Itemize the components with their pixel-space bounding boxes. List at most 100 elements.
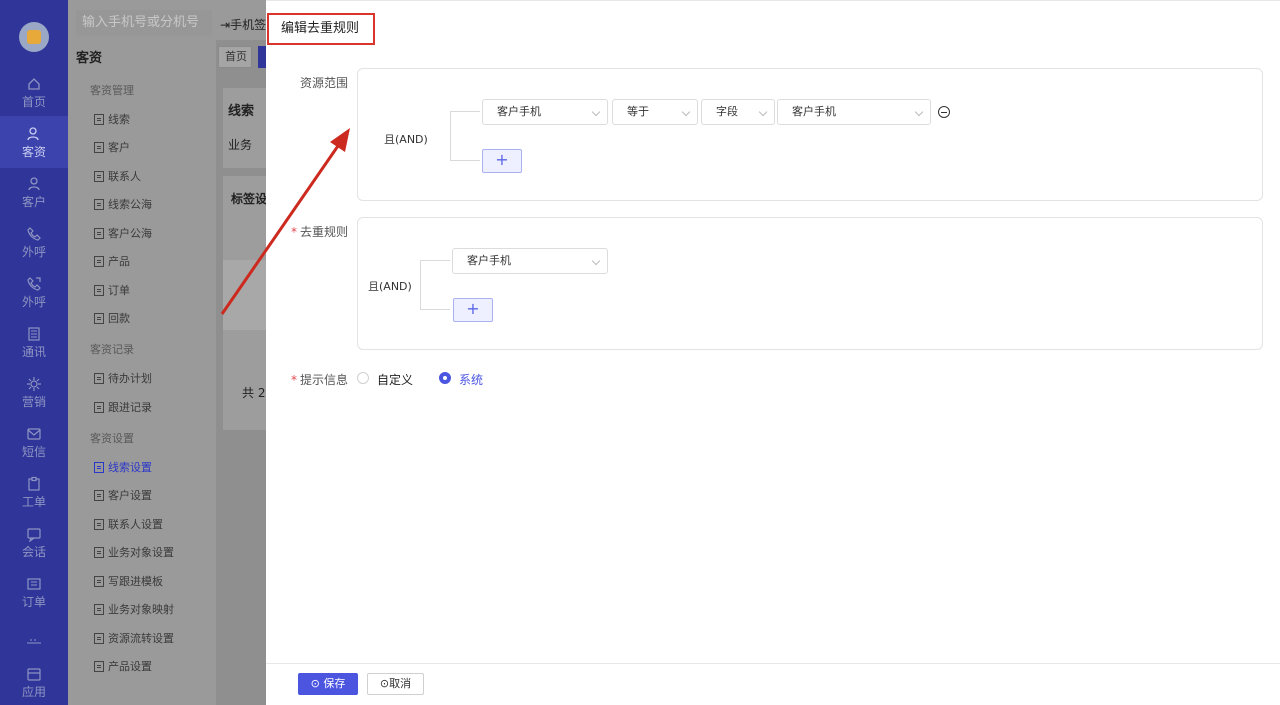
logic-bracket: [450, 111, 480, 161]
chevron-down-icon: [591, 256, 601, 266]
chevron-down-icon: [914, 107, 924, 117]
chevron-down-icon: [591, 107, 601, 117]
phone-icon: [26, 226, 42, 242]
apps-icon: [26, 666, 42, 682]
subnav-item-resource-flow[interactable]: 资源流转设置: [94, 630, 174, 646]
phone-search-input[interactable]: 输入手机号或分机号: [76, 10, 212, 36]
sub-navigation: 输入手机号或分机号 客资 客资管理 线索 客户 联系人 线索公海 客户公海 产品…: [68, 0, 216, 705]
background-tab-home: 首页: [218, 46, 252, 68]
document-icon: [94, 660, 104, 672]
customer-resource-icon: [26, 126, 42, 142]
order-icon: [26, 576, 42, 592]
prompt-info-label: * 提示信息: [291, 373, 349, 387]
subnav-item-orders[interactable]: 订单: [94, 282, 130, 298]
rail-customer-resource[interactable]: 客资: [0, 116, 68, 168]
subnav-group-label: 客资设置: [90, 432, 134, 445]
cancel-button[interactable]: ⊙取消: [367, 673, 424, 695]
subnav-item-todo-plan[interactable]: 待办计划: [94, 370, 152, 386]
phone-out-icon: [26, 276, 42, 292]
document-icon: [94, 372, 104, 384]
document-icon: [94, 461, 104, 473]
chevron-down-icon: [681, 107, 691, 117]
marketing-icon: [26, 376, 42, 392]
logic-and-label: 且(AND): [384, 133, 428, 146]
home-icon: [26, 76, 42, 92]
resource-scope-panel: 且(AND) 客户手机 等于 字段 客户手机 +: [357, 68, 1263, 201]
document-icon: [94, 255, 104, 267]
more-icon: [26, 633, 42, 649]
remove-condition-icon[interactable]: [938, 106, 950, 118]
rail-sms[interactable]: 短信: [0, 416, 68, 468]
subnav-item-business-object-settings[interactable]: 业务对象设置: [94, 544, 174, 560]
subnav-item-payments[interactable]: 回款: [94, 310, 130, 326]
prompt-custom-radio[interactable]: [357, 372, 369, 384]
drawer-title: 编辑去重规则: [267, 13, 375, 45]
rail-ticket[interactable]: 工单: [0, 466, 68, 518]
rail-order[interactable]: 订单: [0, 566, 68, 618]
subnav-item-customer-settings[interactable]: 客户设置: [94, 487, 152, 503]
dedup-rule-label: * 去重规则: [291, 225, 349, 239]
prompt-custom-label[interactable]: 自定义: [377, 371, 413, 388]
add-dedup-field-button[interactable]: +: [453, 298, 493, 322]
document-icon: [94, 518, 104, 530]
check-circle-icon: ⊙: [310, 677, 324, 690]
subnav-item-lead-settings[interactable]: 线索设置: [94, 459, 152, 475]
prompt-system-radio[interactable]: [439, 372, 451, 384]
subnav-item-customer-pool[interactable]: 客户公海: [94, 225, 152, 241]
document-icon: [94, 141, 104, 153]
subnav-item-follow-template[interactable]: 写跟进模板: [94, 573, 163, 589]
user-icon: [26, 176, 42, 192]
background-label: 标签设: [231, 192, 268, 206]
subnav-item-follow-up[interactable]: 跟进记录: [94, 399, 152, 415]
rail-home[interactable]: 首页: [0, 66, 68, 118]
background-label: 线索: [228, 104, 255, 119]
chevron-down-icon: [758, 107, 768, 117]
subnav-item-object-mapping[interactable]: 业务对象映射: [94, 601, 174, 617]
rail-chat[interactable]: 会话: [0, 516, 68, 568]
save-button[interactable]: ⊙ 保存: [298, 673, 358, 695]
subnav-item-lead-pool[interactable]: 线索公海: [94, 196, 152, 212]
subnav-item-contacts[interactable]: 联系人: [94, 168, 141, 184]
edit-dedup-rule-drawer: 编辑去重规则 资源范围 且(AND) 客户手机 等于 字段 客户手机 + * 去重…: [266, 0, 1280, 705]
rail-apps[interactable]: 应用: [0, 656, 68, 705]
document-icon: [94, 198, 104, 210]
document-icon: [94, 227, 104, 239]
document-icon: [94, 489, 104, 501]
dedup-rule-panel: 且(AND) 客户手机 +: [357, 217, 1263, 350]
condition-value-type-select[interactable]: 字段: [701, 99, 775, 125]
rail-contacts[interactable]: 通讯: [0, 316, 68, 368]
condition-field-select[interactable]: 客户手机: [482, 99, 608, 125]
subnav-item-product-settings[interactable]: 产品设置: [94, 658, 152, 674]
document-icon: [94, 284, 104, 296]
background-tab-active: [258, 46, 266, 68]
document-icon: [94, 113, 104, 125]
subnav-item-contact-settings[interactable]: 联系人设置: [94, 516, 163, 532]
subnav-item-leads[interactable]: 线索: [94, 111, 130, 127]
document-icon: [94, 575, 104, 587]
prompt-system-label[interactable]: 系统: [459, 371, 483, 388]
condition-value-select[interactable]: 客户手机: [777, 99, 931, 125]
document-icon: [94, 603, 104, 615]
background-label: 共 2: [242, 386, 266, 400]
app-logo[interactable]: [19, 22, 49, 52]
subnav-group-label: 客资记录: [90, 343, 134, 356]
resource-scope-label: 资源范围: [300, 76, 349, 90]
ticket-icon: [26, 476, 42, 492]
contacts-icon: [26, 326, 42, 342]
rail-marketing[interactable]: 营销: [0, 366, 68, 418]
background-row: [223, 260, 266, 330]
background-phone-signin: ⇥手机签: [220, 18, 267, 32]
chat-icon: [26, 526, 42, 543]
rail-outbound-call[interactable]: 外呼: [0, 216, 68, 268]
subnav-item-products[interactable]: 产品: [94, 253, 130, 269]
rail-outbound-call-2[interactable]: 外呼: [0, 266, 68, 318]
logic-and-label: 且(AND): [368, 280, 412, 293]
condition-operator-select[interactable]: 等于: [612, 99, 698, 125]
rail-customer[interactable]: 客户: [0, 166, 68, 218]
dedup-field-select[interactable]: 客户手机: [452, 248, 608, 274]
subnav-item-customers[interactable]: 客户: [94, 139, 130, 155]
document-icon: [94, 546, 104, 558]
add-condition-button[interactable]: +: [482, 149, 522, 173]
signin-icon: ⇥: [220, 18, 231, 32]
document-icon: [94, 312, 104, 324]
